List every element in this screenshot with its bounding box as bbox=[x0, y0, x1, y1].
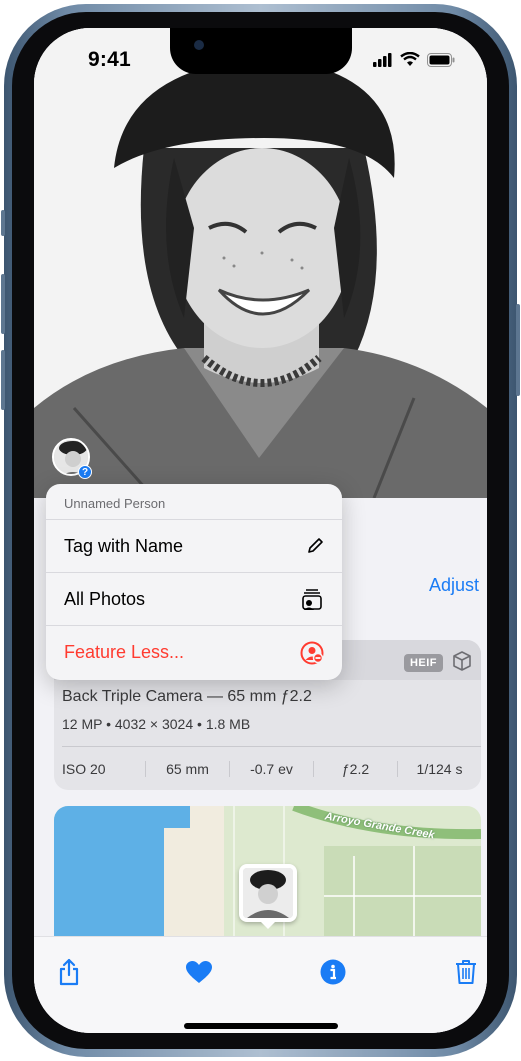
spec-aperture: ƒ2.2 bbox=[314, 761, 398, 777]
menu-header: Unnamed Person bbox=[46, 484, 342, 520]
menu-item-label: All Photos bbox=[64, 588, 146, 609]
adjust-button[interactable]: Adjust bbox=[429, 575, 479, 596]
spec-iso: ISO 20 bbox=[54, 761, 146, 777]
home-indicator[interactable] bbox=[184, 1023, 338, 1029]
portrait-photo[interactable] bbox=[34, 28, 487, 498]
bottom-toolbar bbox=[34, 936, 487, 1033]
person-minus-icon bbox=[300, 641, 324, 664]
spec-exposure-bias: -0.7 ev bbox=[230, 761, 314, 777]
pencil-icon bbox=[308, 538, 323, 553]
info-button[interactable] bbox=[316, 955, 350, 989]
mute-switch bbox=[1, 210, 5, 236]
info-icon bbox=[320, 959, 346, 985]
menu-item-tag-with-name[interactable]: Tag with Name bbox=[46, 520, 342, 573]
camera-description: Back Triple Camera — 65 mm ƒ2.2 bbox=[62, 688, 312, 705]
notch bbox=[170, 28, 352, 74]
person-context-menu: Unnamed Person Tag with Name All Photos … bbox=[46, 484, 342, 680]
status-time: 9:41 bbox=[88, 48, 131, 71]
heart-icon bbox=[186, 961, 212, 983]
metadata-divider bbox=[62, 746, 481, 747]
battery-icon bbox=[427, 52, 455, 67]
trash-icon bbox=[456, 960, 476, 984]
format-badge: HEIF bbox=[403, 654, 443, 672]
share-icon bbox=[59, 958, 79, 986]
map-pin-tail bbox=[260, 921, 276, 929]
location-map[interactable]: Arroyo Grande Creek bbox=[54, 806, 481, 956]
screen: 9:41 ? Adjust HEIF Back Triple Camera — … bbox=[34, 28, 487, 1033]
wifi-icon bbox=[400, 52, 420, 66]
spec-focal-length: 65 mm bbox=[146, 761, 230, 777]
menu-item-all-photos[interactable]: All Photos bbox=[46, 573, 342, 626]
file-description: 12 MP • 4032 × 3024 • 1.8 MB bbox=[62, 716, 251, 732]
photo-stack-person-icon bbox=[302, 589, 322, 610]
exposure-specs: ISO 20 65 mm -0.7 ev ƒ2.2 1/124 s bbox=[54, 752, 481, 786]
favorite-button[interactable] bbox=[182, 955, 216, 989]
cellular-signal-icon bbox=[373, 52, 392, 67]
front-camera bbox=[194, 40, 204, 50]
spec-shutter-speed: 1/124 s bbox=[416, 761, 463, 777]
map-photo-pin[interactable] bbox=[239, 864, 297, 922]
menu-item-feature-less[interactable]: Feature Less... bbox=[46, 626, 342, 679]
spatial-cube-icon[interactable] bbox=[451, 650, 473, 672]
menu-item-label: Tag with Name bbox=[64, 535, 184, 556]
volume-down-button bbox=[1, 350, 5, 410]
status-icons bbox=[373, 52, 455, 67]
delete-button[interactable] bbox=[449, 955, 483, 989]
unknown-person-badge-icon: ? bbox=[78, 465, 92, 479]
menu-item-label: Feature Less... bbox=[64, 642, 185, 662]
volume-up-button bbox=[1, 274, 5, 334]
share-button[interactable] bbox=[52, 955, 86, 989]
side-button bbox=[516, 304, 520, 396]
